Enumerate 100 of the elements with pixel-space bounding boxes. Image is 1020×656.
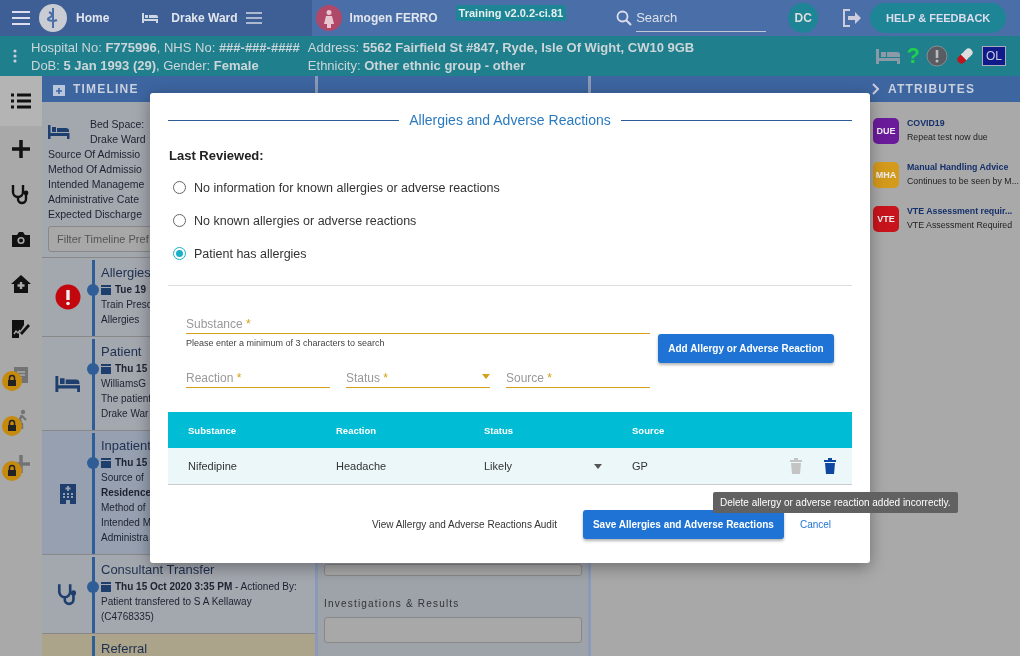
- logout-icon[interactable]: [842, 9, 863, 27]
- patient-detail: Hospital No: F775996, NHS No: ###-###-####: [31, 39, 300, 55]
- attribute-detail: Continues to be seen by M...: [907, 176, 1019, 186]
- document-icon: [11, 318, 31, 339]
- attribute-title[interactable]: COVID19: [907, 118, 945, 128]
- list-icon: [11, 93, 31, 109]
- entry-title: Patient: [101, 343, 142, 361]
- lock-icon: [2, 461, 22, 481]
- version-label: Training v2.0.2-ci.81: [455, 5, 567, 21]
- lock-icon: [2, 416, 22, 436]
- entry-detail: Source of: [101, 471, 144, 485]
- patient-name[interactable]: Imogen FERRO: [349, 11, 438, 25]
- help-button[interactable]: HELP & FEEDBACK: [870, 3, 1007, 33]
- timeline-dot: [87, 581, 99, 593]
- column-header: Source: [631, 424, 666, 436]
- chevron-icon[interactable]: [872, 83, 880, 95]
- patient-detail: DoB: 5 Jan 1993 (29), Gender: Female: [31, 57, 260, 73]
- notes-field[interactable]: [324, 564, 582, 576]
- source-field[interactable]: Source *: [506, 366, 650, 388]
- search-field[interactable]: Search: [636, 4, 767, 32]
- table-cell: Likely: [464, 460, 612, 472]
- table-cell-text: GP: [631, 460, 649, 472]
- stethoscope-icon: [57, 582, 79, 606]
- cancel-button[interactable]: Cancel: [793, 518, 838, 531]
- stethoscope-icon: [11, 182, 31, 205]
- column-header: Status: [483, 424, 515, 436]
- nav-item[interactable]: [0, 76, 42, 126]
- attribute-detail: VTE Assessment Required: [907, 220, 1013, 230]
- pill-icon[interactable]: [954, 45, 976, 67]
- entry-detail: Residence: [101, 486, 152, 500]
- radio-option[interactable]: No information for known allergies or adverse reactions: [173, 171, 870, 204]
- entry-detail: (C4768335): [101, 610, 154, 624]
- field-hint: Please enter a minimum of 3 characters to search: [186, 338, 386, 348]
- table-cell-text: Headache: [335, 460, 388, 472]
- entry-detail: The patient: [101, 392, 152, 406]
- summary-field: Administrative Cate: [48, 193, 140, 205]
- menu-icon[interactable]: [245, 12, 262, 24]
- home-link[interactable]: Home: [76, 11, 110, 25]
- attribute-badge: MHA: [873, 162, 899, 188]
- table-cell-text: Nifedipine: [187, 460, 238, 472]
- calendar-icon: [101, 581, 111, 592]
- summary-field: Intended Manageme: [48, 178, 145, 190]
- attribute-title[interactable]: Manual Handling Advice: [907, 162, 1009, 172]
- bed-icon: [55, 375, 81, 392]
- more-icon[interactable]: [13, 49, 17, 63]
- entry-date: Thu 15 Oct 2020 3:35 PM - Actioned By:: [115, 580, 297, 594]
- hospital-icon: [59, 481, 77, 504]
- summary-field: Source Of Admissio: [48, 148, 141, 160]
- audit-link[interactable]: View Allergy and Adverse Reactions Audit: [372, 519, 557, 530]
- save-button[interactable]: Save Allergies and Adverse Reactions: [582, 510, 784, 539]
- user-badge[interactable]: OL: [982, 46, 1006, 66]
- menu-icon[interactable]: [12, 11, 30, 25]
- reaction-field[interactable]: Reaction *: [186, 366, 330, 388]
- bed-space-text: Bed Space:: [90, 118, 146, 130]
- calendar-icon: [101, 363, 111, 374]
- entry-title: Allergies: [101, 264, 151, 282]
- patient-detail: Ethnicity: Other ethnic group - other: [307, 57, 527, 73]
- status-dropdown[interactable]: Status *: [346, 366, 490, 388]
- camera-icon: [11, 229, 31, 248]
- trash-icon[interactable]: [824, 458, 836, 474]
- attributes-title: ATTRIBUTES: [888, 82, 976, 96]
- patient-detail: Address: 5562 Fairfield St #847, Ryde, Isle Of Wight, CW10 9GB: [307, 39, 695, 55]
- entry-detail: Train Presc: [101, 298, 152, 312]
- investigations-field[interactable]: [324, 617, 582, 643]
- alert-icon: [55, 284, 81, 310]
- radio-label: No known allergies or adverse reactions: [194, 213, 417, 228]
- dialog-title: Allergies and Adverse Reactions: [409, 112, 611, 128]
- timeline-entry[interactable]: Consultant Transfer Thu 15 Oct 2020 3:35 PM - Actioned By: Patient transfered to S A Kellaway (C4768335): [42, 555, 315, 634]
- user-avatar[interactable]: DC: [788, 3, 819, 33]
- logo-icon[interactable]: [38, 3, 68, 33]
- entry-detail: Patient transfered to S A Kellaway: [101, 595, 252, 609]
- bed-space-text: Drake Ward: [90, 133, 146, 145]
- attribute-title[interactable]: VTE Assessment requir...: [907, 206, 1013, 216]
- summary-field: Method Of Admissio: [48, 163, 142, 175]
- add-allergy-button[interactable]: Add Allergy or Adverse Reaction: [658, 334, 834, 363]
- entry-detail: Method of: [101, 501, 146, 515]
- entry-detail: Drake War: [101, 407, 149, 421]
- radio-option[interactable]: Patient has allergies: [173, 237, 870, 270]
- calendar-icon: [101, 284, 111, 295]
- radio-label: No information for known allergies or adverse reactions: [194, 180, 500, 195]
- attribute-detail: Repeat test now due: [907, 132, 988, 142]
- ward-link[interactable]: Drake Ward: [171, 11, 238, 25]
- last-reviewed-label: Last Reviewed:: [169, 148, 265, 163]
- radio-option[interactable]: No known allergies or adverse reactions: [173, 204, 870, 237]
- section-label: Investigations & Results: [324, 597, 461, 609]
- substance-field[interactable]: Substance *: [186, 312, 650, 334]
- entry-detail: WilliamsG: [101, 377, 146, 391]
- entry-title: Consultant Transfer: [101, 561, 215, 579]
- calendar-icon: [101, 457, 111, 468]
- entry-date: Thu 15: [115, 362, 148, 376]
- entry-detail: Intended M: [101, 516, 152, 530]
- summary-field: Expected Discharge: [48, 208, 142, 220]
- timeline-entry[interactable]: Referral: [42, 634, 315, 656]
- house-icon: [10, 273, 32, 294]
- person-icon: [315, 5, 342, 31]
- entry-title: Referral: [101, 640, 148, 656]
- entry-title: Inpatient: [101, 437, 151, 455]
- alert-icon[interactable]: [926, 45, 948, 67]
- timeline-title: TIMELINE: [73, 82, 139, 96]
- caret-icon[interactable]: [594, 463, 602, 469]
